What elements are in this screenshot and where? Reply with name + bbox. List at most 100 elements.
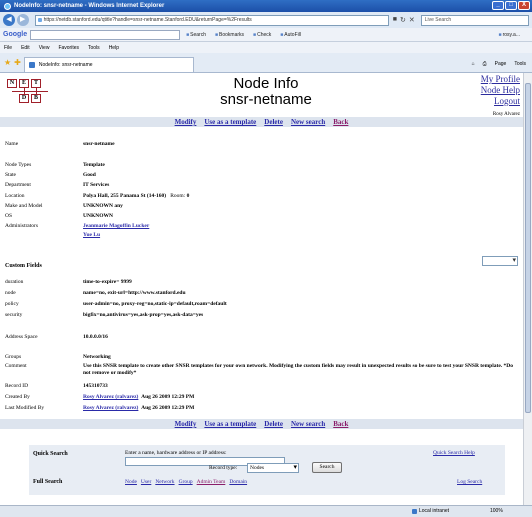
security-zone: Local intranet (412, 506, 449, 517)
room-label: Room: (170, 193, 186, 199)
logout-link[interactable]: Logout (481, 96, 520, 107)
field-label: Last Modified By (5, 405, 45, 411)
full-search-label: Full Search (33, 479, 63, 485)
menu-bar: File Edit View Favorites Tools Help (0, 42, 532, 53)
favorites-star-icon[interactable]: ★ (4, 58, 11, 67)
menu-file[interactable]: File (4, 45, 12, 51)
full-search-group-link[interactable]: Group (179, 479, 193, 485)
back-link[interactable]: Back (333, 419, 348, 429)
address-bar: ◀ ▶ https://netdb.stanford.edu/qtitle?ha… (0, 12, 532, 28)
google-tool-account[interactable]: rosy.a... (499, 32, 520, 38)
menu-favorites[interactable]: Favorites (58, 45, 79, 51)
google-tool-check[interactable]: Check (253, 32, 271, 38)
page-menu[interactable]: Page (495, 61, 507, 67)
delete-link[interactable]: Delete (264, 117, 283, 127)
back-arrow-icon[interactable]: ◀ (3, 14, 15, 26)
quick-search-help-link[interactable]: Quick Search Help (433, 450, 475, 456)
action-bar-top: Modify Use as a template Delete New sear… (0, 117, 523, 127)
full-search-user-link[interactable]: User (141, 479, 151, 485)
field-label: Location (5, 193, 25, 199)
menu-help[interactable]: Help (109, 45, 119, 51)
new-search-link[interactable]: New search (291, 117, 325, 127)
use-template-link[interactable]: Use as a template (204, 117, 256, 127)
use-template-link[interactable]: Use as a template (204, 419, 256, 429)
field-value: snsr-netname (83, 141, 115, 147)
field-label: Groups (5, 354, 22, 360)
field-label: Department (5, 182, 31, 188)
field-value: Polya Hall, 255 Panama St (14-160) Room:… (83, 193, 189, 200)
field-label: Address Space (5, 334, 38, 340)
vertical-scrollbar[interactable] (523, 73, 532, 505)
google-search-input[interactable] (30, 29, 181, 40)
field-label: policy (5, 301, 19, 307)
field-value: Rosy Alvarez (ralvarez) Aug 26 2009 12:2… (83, 405, 194, 412)
google-tool-bookmarks[interactable]: Bookmarks (215, 32, 244, 38)
record-type-select[interactable]: Nodes (247, 463, 299, 473)
google-logo: Google (3, 31, 28, 38)
field-value: IT Services (83, 182, 110, 188)
field-label: Node Types (5, 162, 32, 168)
status-bar: Local intranet 100% (0, 505, 532, 517)
minimize-button[interactable]: _ (492, 1, 504, 10)
field-label: Name (5, 141, 19, 147)
modify-link[interactable]: Modify (175, 117, 197, 127)
menu-edit[interactable]: Edit (21, 45, 30, 51)
window-title: NodeInfo: snsr-netname - Windows Interne… (14, 3, 165, 9)
full-search-network-link[interactable]: Network (155, 479, 174, 485)
google-tool-autofill[interactable]: AutoFill (280, 32, 301, 38)
maximize-button[interactable]: □ (505, 1, 517, 10)
custom-fields-select[interactable] (482, 256, 518, 266)
admin-link[interactable]: Jeanmarie Magoffin Lucker (83, 223, 149, 229)
full-search-admin-team-link[interactable]: Admin Team (197, 479, 226, 485)
stop-icon[interactable]: ✕ (409, 16, 415, 24)
lock-icon[interactable]: ■ (393, 16, 397, 24)
field-value: bigfix=no,antivirus=yes,ask-prop=yes,ask… (83, 312, 204, 318)
menu-view[interactable]: View (39, 45, 50, 51)
field-value: 145310733 (83, 383, 108, 389)
top-links: My Profile Node Help Logout Rosy Alvarez (481, 74, 520, 118)
admin-link[interactable]: Yue Lu (83, 232, 100, 238)
tab-bar: ★ ✚ NodeInfo: snsr-netname ⌂ ⎙ Page Tool… (0, 53, 532, 73)
live-search-input[interactable]: Live Search (420, 14, 529, 26)
zoom-level[interactable]: 100% (490, 506, 503, 517)
created-date: Aug 26 2009 12:29 PM (141, 394, 195, 400)
custom-fields-heading: Custom Fields (5, 263, 42, 269)
new-search-link[interactable]: New search (291, 419, 325, 429)
tools-menu[interactable]: Tools (514, 61, 526, 67)
close-button[interactable]: X (518, 1, 530, 10)
search-button[interactable]: Search (312, 462, 342, 473)
tab-nodeinfo[interactable]: NodeInfo: snsr-netname (23, 57, 194, 72)
url-input[interactable]: https://netdb.stanford.edu/qtitle?handle… (34, 14, 389, 26)
full-search-node-link[interactable]: Node (125, 479, 137, 485)
delete-link[interactable]: Delete (264, 419, 283, 429)
node-help-link[interactable]: Node Help (481, 85, 520, 96)
back-link[interactable]: Back (333, 117, 348, 127)
forward-arrow-icon[interactable]: ▶ (16, 14, 29, 26)
full-search-domain-link[interactable]: Domain (229, 479, 247, 485)
page-subtitle: snsr-netname (220, 91, 312, 108)
ie-logo-icon (4, 2, 11, 10)
scrollbar-thumb[interactable] (525, 83, 531, 413)
field-label: Make and Model (5, 203, 43, 209)
refresh-icon[interactable]: ↻ (400, 16, 406, 24)
tab-tools: ⌂ ⎙ Page Tools (472, 61, 532, 72)
menu-tools[interactable]: Tools (88, 45, 100, 51)
my-profile-link[interactable]: My Profile (481, 74, 520, 85)
modifier-link[interactable]: Rosy Alvarez (ralvarez) (83, 405, 138, 411)
page-title: Node Info (233, 75, 299, 92)
field-label: node (5, 290, 16, 296)
modified-date: Aug 26 2009 12:29 PM (141, 405, 195, 411)
print-icon[interactable]: ⎙ (483, 61, 487, 67)
modify-link[interactable]: Modify (175, 419, 197, 429)
field-label: Created By (5, 394, 30, 400)
add-favorite-icon[interactable]: ✚ (14, 58, 21, 67)
creator-link[interactable]: Rosy Alvarez (ralvarez) (83, 394, 138, 400)
address-icons: ■ ↻ ✕ (393, 16, 415, 24)
log-search-link[interactable]: Log Search (457, 479, 482, 485)
google-tool-search[interactable]: Search (186, 32, 206, 38)
home-icon[interactable]: ⌂ (472, 61, 475, 67)
field-value: UNKNOWN any (83, 203, 123, 209)
full-search-links: Node User Network Group Admin Team Domai… (125, 479, 247, 485)
location-value: Polya Hall, 255 Panama St (14-160) (83, 193, 167, 199)
record-type-label: Record type: (209, 465, 238, 471)
